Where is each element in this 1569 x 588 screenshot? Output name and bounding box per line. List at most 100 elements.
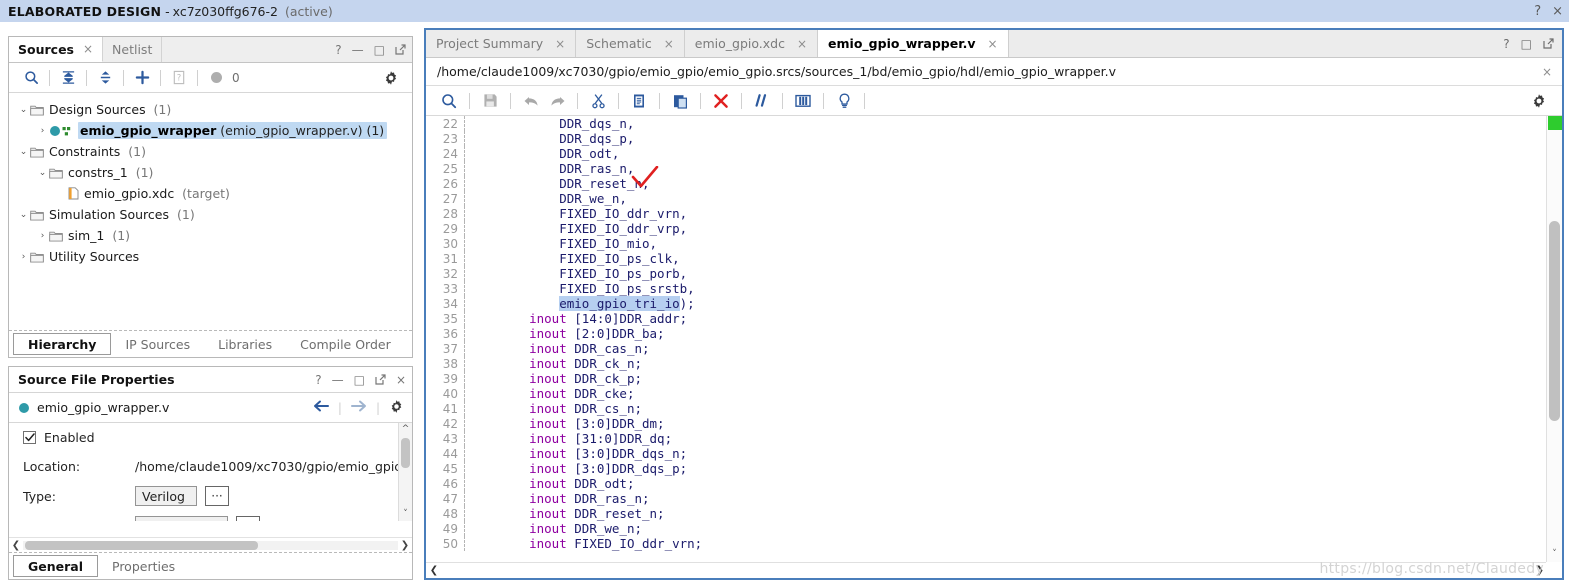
close-icon[interactable]: × [797, 37, 807, 51]
hscroll-track[interactable] [23, 540, 398, 550]
chevron-right-icon[interactable]: › [17, 252, 30, 262]
tab-ip-sources[interactable]: IP Sources [111, 331, 204, 357]
maximize-icon[interactable]: □ [374, 44, 385, 56]
editor-tab-emio-gpio-xdc[interactable]: emio_gpio.xdc × [684, 30, 819, 57]
tree-item-design-sources[interactable]: ⌄ Design Sources (1) [9, 99, 412, 120]
tree-item-simulation-sources[interactable]: ⌄ Simulation Sources (1) [9, 204, 412, 225]
code-line[interactable]: 38 inout DDR_ck_n; [426, 356, 1546, 371]
status-dot-icon[interactable] [203, 66, 229, 90]
enabled-checkbox[interactable] [23, 430, 36, 444]
code-line[interactable]: 37 inout DDR_cas_n; [426, 341, 1546, 356]
code-line[interactable]: 25 DDR_ras_n, [426, 161, 1546, 176]
code-line[interactable]: 40 inout DDR_cke; [426, 386, 1546, 401]
close-icon[interactable]: × [555, 37, 565, 51]
chevron-down-icon[interactable]: ⌄ [17, 105, 30, 115]
close-icon[interactable]: × [1552, 5, 1563, 18]
search-icon[interactable] [436, 89, 462, 113]
expand-all-icon[interactable] [92, 66, 118, 90]
code-line[interactable]: 47 inout DDR_ras_n; [426, 491, 1546, 506]
scroll-left-icon[interactable]: ❮ [426, 565, 442, 576]
help-icon[interactable]: ? [335, 44, 341, 56]
code-line[interactable]: 31 FIXED_IO_ps_clk, [426, 251, 1546, 266]
scroll-down-icon[interactable]: ˅ [1552, 547, 1557, 562]
minimize-icon[interactable]: — [352, 44, 364, 56]
column-edit-icon[interactable] [790, 89, 816, 113]
editor-horizontal-scrollbar[interactable]: ❮ ❯ [426, 562, 1546, 578]
close-icon[interactable]: × [664, 37, 674, 51]
copy-icon[interactable] [626, 89, 652, 113]
scrollbar-thumb[interactable] [401, 438, 410, 468]
code-line[interactable]: 22 DDR_dqs_n, [426, 116, 1546, 131]
chevron-down-icon[interactable]: ⌄ [36, 168, 49, 178]
code-line[interactable]: 23 DDR_dqs_p, [426, 131, 1546, 146]
code-line[interactable]: 39 inout DDR_ck_p; [426, 371, 1546, 386]
search-icon[interactable] [18, 66, 44, 90]
cut-icon[interactable] [585, 89, 611, 113]
library-field[interactable]: xil_defaultlib [135, 516, 229, 521]
gear-icon[interactable] [1526, 89, 1552, 113]
tree-item-constraints[interactable]: ⌄ Constraints (1) [9, 141, 412, 162]
chevron-right-icon[interactable]: › [36, 126, 49, 136]
redo-icon[interactable] [544, 89, 570, 113]
code-line[interactable]: 36 inout [2:0]DDR_ba; [426, 326, 1546, 341]
collapse-all-icon[interactable] [55, 66, 81, 90]
scroll-left-icon[interactable]: ❮ [9, 540, 23, 551]
code-line[interactable]: 44 inout [3:0]DDR_dqs_n; [426, 446, 1546, 461]
properties-vertical-scrollbar[interactable]: ^ ˅ [398, 423, 412, 521]
code-editor[interactable]: 22 DDR_dqs_n, 23 DDR_dqs_p, 24 DDR_odt, 25 … [426, 116, 1546, 562]
code-line[interactable]: 24 DDR_odt, [426, 146, 1546, 161]
save-icon[interactable] [477, 89, 503, 113]
tab-general[interactable]: General [13, 555, 98, 577]
code-line[interactable]: 48 inout DDR_reset_n; [426, 506, 1546, 521]
tab-properties[interactable]: Properties [98, 553, 189, 579]
gear-icon[interactable] [389, 399, 404, 417]
code-line[interactable]: 43 inout [31:0]DDR_dq; [426, 431, 1546, 446]
tab-sources[interactable]: Sources × [9, 37, 104, 62]
tab-libraries[interactable]: Libraries [204, 331, 286, 357]
hscroll-thumb[interactable] [25, 540, 258, 550]
help-icon[interactable]: ? [1534, 5, 1541, 18]
type-field[interactable]: Verilog [135, 486, 197, 506]
help-icon[interactable]: ? [1503, 38, 1509, 50]
undo-icon[interactable] [518, 89, 544, 113]
tab-compile-order[interactable]: Compile Order [286, 331, 405, 357]
tree-item-emio-gpio-wrapper[interactable]: › emio_gpio_wrapper (emio_gpio_wrapper.v)… [9, 120, 412, 141]
maximize-icon[interactable]: □ [354, 374, 365, 386]
chevron-right-icon[interactable]: › [36, 231, 49, 241]
delete-icon[interactable] [708, 89, 734, 113]
code-line[interactable]: 49 inout DDR_we_n; [426, 521, 1546, 536]
editor-tab-schematic[interactable]: Schematic × [576, 30, 685, 57]
paste-icon[interactable] [667, 89, 693, 113]
code-line[interactable]: 26 DDR_reset_n, [426, 176, 1546, 191]
tree-item-sim-1[interactable]: › sim_1 (1) [9, 225, 412, 246]
code-line[interactable]: 27 DDR_we_n, [426, 191, 1546, 206]
type-browse-button[interactable]: ··· [205, 486, 229, 506]
help-icon[interactable]: ? [315, 374, 321, 386]
code-line[interactable]: 29 FIXED_IO_ddr_vrp, [426, 221, 1546, 236]
back-arrow-icon[interactable] [313, 400, 329, 415]
code-line[interactable]: 34 emio_gpio_tri_io); [426, 296, 1546, 311]
lightbulb-icon[interactable] [831, 89, 857, 113]
code-line[interactable]: 45 inout [3:0]DDR_dqs_p; [426, 461, 1546, 476]
scroll-right-icon[interactable]: ❯ [1536, 565, 1544, 576]
comment-icon[interactable] [749, 89, 775, 113]
code-line[interactable]: 28 FIXED_IO_ddr_vrn, [426, 206, 1546, 221]
chevron-down-icon[interactable]: ⌄ [17, 210, 30, 220]
code-line[interactable]: 30 FIXED_IO_mio, [426, 236, 1546, 251]
code-line[interactable]: 42 inout [3:0]DDR_dm; [426, 416, 1546, 431]
code-line[interactable]: 46 inout DDR_odt; [426, 476, 1546, 491]
library-browse-button[interactable] [236, 516, 261, 521]
close-icon[interactable]: × [83, 42, 93, 56]
editor-tab-emio-gpio-wrapper-v[interactable]: emio_gpio_wrapper.v × [818, 30, 1009, 57]
minimize-icon[interactable]: — [332, 374, 344, 386]
scroll-down-icon[interactable]: ˅ [403, 508, 408, 521]
code-line[interactable]: 41 inout DDR_cs_n; [426, 401, 1546, 416]
code-line[interactable]: 32 FIXED_IO_ps_porb, [426, 266, 1546, 281]
editor-vertical-scrollbar[interactable]: ^ ˅ [1546, 116, 1562, 562]
report-icon[interactable]: ? [166, 66, 192, 90]
code-line[interactable]: 33 FIXED_IO_ps_srstb, [426, 281, 1546, 296]
tab-hierarchy[interactable]: Hierarchy [13, 333, 112, 355]
forward-arrow-icon[interactable] [350, 400, 367, 415]
float-icon[interactable] [395, 43, 406, 57]
float-icon[interactable] [1543, 37, 1554, 51]
